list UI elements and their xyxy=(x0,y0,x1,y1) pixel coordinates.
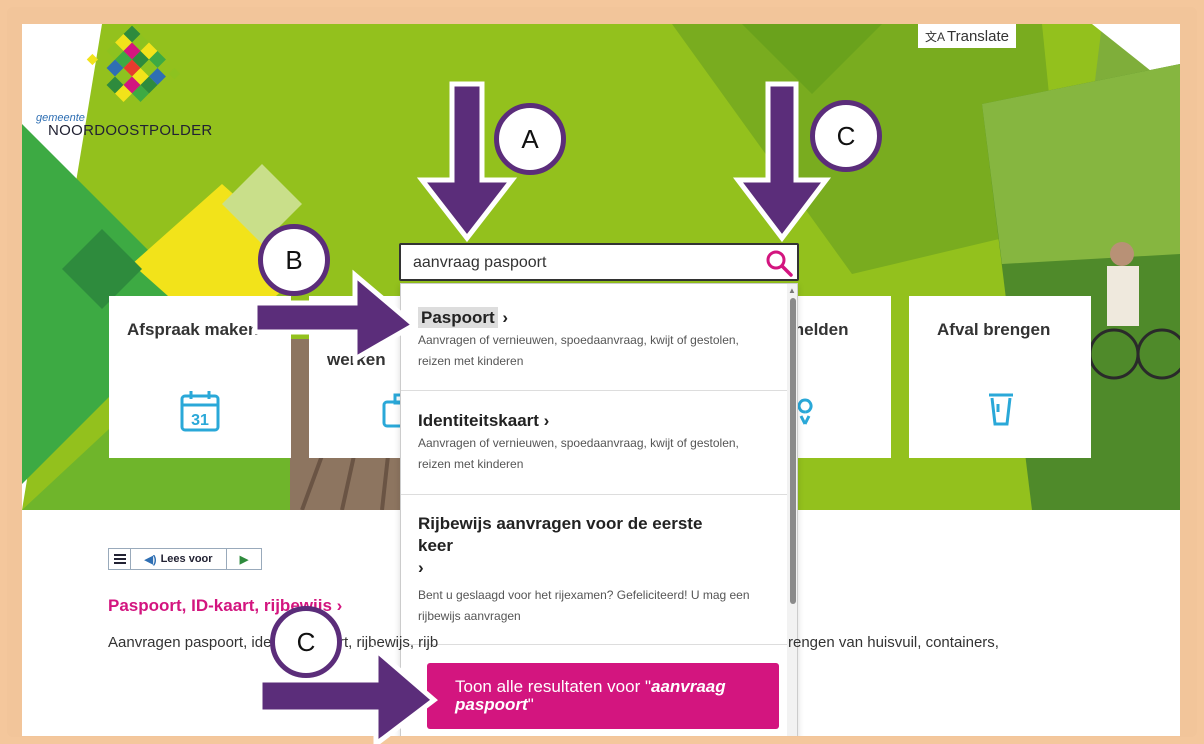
chevron-right-icon: › xyxy=(336,596,343,615)
suggestion-title-line2: keer xyxy=(418,536,453,555)
scroll-up-icon[interactable]: ▲ xyxy=(788,286,796,295)
menu-icon[interactable] xyxy=(109,549,131,569)
search-input[interactable] xyxy=(411,245,755,281)
show-all-prefix: Toon alle resultaten voor " xyxy=(455,677,651,696)
translate-icon: 文A xyxy=(925,29,946,44)
suggestion-title-line1: Rijbewijs aanvragen voor de eerste xyxy=(418,514,703,533)
play-icon[interactable]: ▶ xyxy=(227,549,261,569)
suggestion-title: Identiteitskaart xyxy=(418,411,539,430)
annotation-badge-a: A xyxy=(494,103,566,175)
chevron-right-icon: › xyxy=(543,411,550,430)
tile-afval-brengen[interactable]: Afval brengen xyxy=(909,296,1091,458)
svg-text:31: 31 xyxy=(191,412,209,429)
logo-title: NOORDOOSTPOLDER xyxy=(48,122,213,139)
search-icon[interactable] xyxy=(765,249,793,277)
suggestion-title: Paspoort xyxy=(418,307,498,328)
waste-bin-icon xyxy=(989,393,1013,426)
read-aloud-label: Lees voor xyxy=(160,553,213,565)
search-suggestions: Paspoort › Aanvragen of vernieuwen, spoe… xyxy=(400,283,798,736)
chevron-right-icon: › xyxy=(418,558,424,577)
translate-label: Translate xyxy=(947,27,1009,45)
suggestion-identiteitskaart[interactable]: Identiteitskaart › Aanvragen of vernieuw… xyxy=(401,391,787,495)
tile-title: Afspraak maken xyxy=(127,320,259,339)
annotation-badge-c-bottom: C xyxy=(270,606,342,678)
read-aloud-button[interactable]: ◀) Lees voor xyxy=(131,549,227,569)
suggestion-rijbewijs[interactable]: Rijbewijs aanvragen voor de eerste keer … xyxy=(401,495,787,645)
suggestion-description: Bent u geslaagd voor het rijexamen? Gefe… xyxy=(418,588,750,623)
browser-viewport: gemeente NOORDOOSTPOLDER 文A Translate Af… xyxy=(22,24,1180,736)
chevron-right-icon: › xyxy=(502,308,509,327)
tile-title: werken xyxy=(327,350,386,369)
category-description-right: rengen van huisvuil, containers, xyxy=(788,634,999,651)
speaker-icon: ◀) xyxy=(144,553,157,566)
annotation-badge-b: B xyxy=(258,224,330,296)
tile-afspraak-maken[interactable]: Afspraak maken 31 xyxy=(109,296,291,458)
suggestion-description: Aanvragen of vernieuwen, spoedaanvraag, … xyxy=(418,333,739,368)
suggestion-paspoort[interactable]: Paspoort › Aanvragen of vernieuwen, spoe… xyxy=(401,284,787,391)
translate-button[interactable]: 文A Translate xyxy=(918,24,1016,48)
read-speaker-widget: ◀) Lees voor ▶ xyxy=(108,548,262,570)
suggestion-description: Aanvragen of vernieuwen, spoedaanvraag, … xyxy=(418,436,739,471)
show-all-suffix: " xyxy=(527,695,534,714)
tile-title: Afval brengen xyxy=(937,320,1051,339)
calendar-icon: 31 xyxy=(180,391,220,432)
annotation-badge-c-top: C xyxy=(810,100,882,172)
show-all-results-button[interactable]: Toon alle resultaten voor "aanvraag pasp… xyxy=(427,663,779,729)
scrollbar-thumb[interactable] xyxy=(790,298,796,604)
search-box xyxy=(399,243,799,281)
